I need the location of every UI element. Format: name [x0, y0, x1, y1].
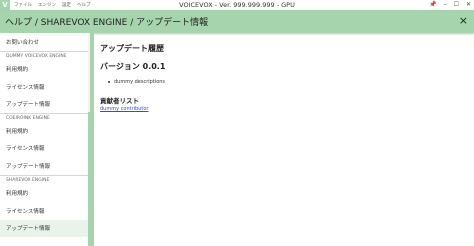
- menu-file[interactable]: ファイル: [14, 2, 32, 8]
- description-text: dummy descriptions: [114, 79, 166, 85]
- window-controls: 📌 – ☐ ✕: [422, 0, 471, 10]
- sidebar-item-terms[interactable]: 利用規約: [0, 61, 90, 79]
- window-titlebar: V ファイル エンジン 設定 ヘルプ VOICEVOX - Ver. 999.9…: [0, 0, 474, 10]
- sidebar-item-contact[interactable]: お問い合わせ: [0, 33, 90, 51]
- menu-engine[interactable]: エンジン: [38, 2, 56, 8]
- menu-settings[interactable]: 設定: [62, 2, 71, 8]
- sidebar-item-update[interactable]: アップデート情報: [0, 157, 90, 175]
- sidebar-caption-dummy-voicevox: DUMMY VOICEVOX ENGINE: [6, 53, 67, 59]
- sidebar-item-license[interactable]: ライセンス情報: [0, 140, 90, 158]
- sidebar-item-license[interactable]: ライセンス情報: [0, 202, 90, 220]
- help-sidebar: お問い合わせ DUMMY VOICEVOX ENGINE 利用規約 ライセンス情…: [0, 33, 90, 246]
- description-list-item: dummy descriptions: [108, 79, 165, 85]
- sidebar-item-license[interactable]: ライセンス情報: [0, 78, 90, 96]
- bullet-icon: [108, 80, 110, 83]
- app-logo: V: [0, 0, 10, 10]
- sidebar-item-terms[interactable]: 利用規約: [0, 185, 90, 203]
- sidebar-item-terms[interactable]: 利用規約: [0, 122, 90, 140]
- breadcrumb: ヘルプ / SHAREVOX ENGINE / アップデート情報: [5, 18, 209, 28]
- sidebar-caption-coeiroink: COEIROINK ENGINE: [6, 115, 50, 121]
- window-close-icon[interactable]: ✕: [466, 0, 471, 10]
- dialog-header: ヘルプ / SHAREVOX ENGINE / アップデート情報 ×: [0, 10, 474, 33]
- minimize-icon[interactable]: –: [444, 0, 447, 10]
- pin-icon[interactable]: 📌: [429, 0, 436, 10]
- contributor-link[interactable]: dummy contributor: [100, 106, 148, 112]
- menu-help[interactable]: ヘルプ: [77, 2, 91, 8]
- menu-bar: ファイル エンジン 設定 ヘルプ: [14, 2, 97, 8]
- sidebar-caption-sharevox: SHAREVOX ENGINE: [6, 177, 50, 183]
- sidebar-item-update[interactable]: アップデート情報: [0, 96, 90, 114]
- close-icon[interactable]: ×: [459, 15, 468, 27]
- version-heading: バージョン 0.0.1: [100, 62, 166, 71]
- page-title: アップデート履歴: [100, 44, 164, 53]
- maximize-icon[interactable]: ☐: [454, 0, 459, 10]
- update-info-panel: アップデート履歴 バージョン 0.0.1 dummy descriptions …: [94, 33, 474, 246]
- contributors-heading: 貢献者リスト: [100, 97, 139, 105]
- sidebar-item-update-selected[interactable]: アップデート情報: [0, 219, 90, 237]
